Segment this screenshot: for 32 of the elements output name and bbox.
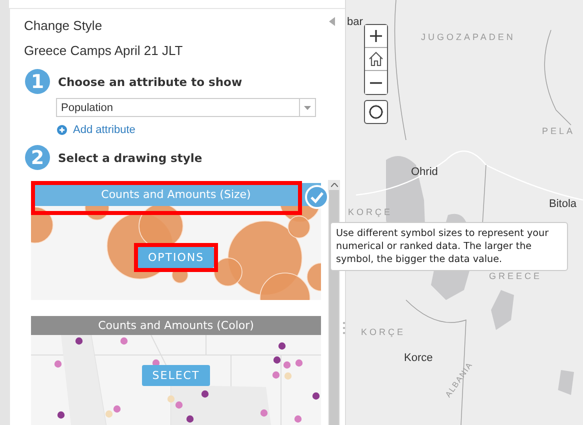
place-label: Korce [404,352,433,364]
step-label: Choose an attribute to show [58,74,242,88]
style-header[interactable]: Counts and Amounts (Color) [31,316,321,335]
layer-name: Greece Camps April 21 JLT [24,43,183,58]
region-label: GREECE [489,271,542,281]
attribute-dropdown[interactable]: Population [56,98,316,117]
panel-title: Change Style [24,18,102,33]
region-label: KORÇE [348,207,393,217]
step-number: 2 [25,145,50,170]
tooltip: Use different symbol sizes to represent your numerical or ranked data. The larger the symbol, the bigger the data value. [330,222,568,271]
home-icon [368,51,384,67]
step-number: 1 [25,69,50,94]
select-button[interactable]: SELECT [142,364,210,386]
scroll-up-icon [330,183,338,187]
crosshair-icon [368,104,384,120]
place-label: Ohrid [411,166,438,178]
dropdown-value: Population [61,102,113,114]
caret-icon [304,106,311,110]
plus-circle-icon [57,125,67,135]
minus-icon [370,82,382,84]
step-label: Select a drawing style [58,150,202,164]
region-label: JUGOZAPADEN [421,32,516,42]
place-label: Bitola [549,198,577,210]
options-button[interactable]: OPTIONS [138,246,214,268]
zoom-in-button[interactable] [365,25,387,48]
plus-icon [370,30,382,42]
region-label: KORÇE [361,327,406,337]
place-label: bar [347,16,363,28]
add-attribute-link[interactable]: Add attribute [73,124,136,136]
drag-handle-icon [343,322,345,334]
region-label: PELA [542,126,576,136]
locate-button[interactable] [364,100,388,124]
